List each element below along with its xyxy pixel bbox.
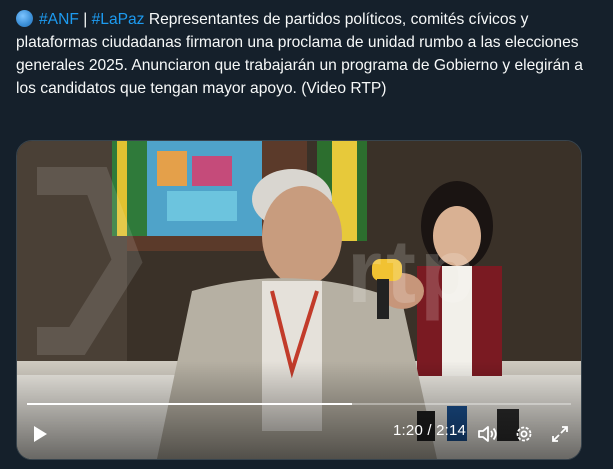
video-progress-bar[interactable]: [27, 403, 571, 405]
video-player[interactable]: rtp 1:20 / 2:14: [16, 140, 582, 460]
play-icon: [34, 426, 47, 442]
separator: |: [78, 11, 92, 28]
tweet: #ANF | #LaPaz Representantes de partidos…: [0, 0, 613, 469]
fullscreen-button[interactable]: [547, 421, 573, 447]
gear-icon: [516, 426, 532, 442]
video-watermark: rtp: [347, 222, 479, 322]
video-frame: [17, 141, 581, 459]
volume-button[interactable]: [475, 421, 501, 447]
hashtag-lapaz[interactable]: #LaPaz: [92, 11, 145, 28]
settings-button[interactable]: [511, 421, 537, 447]
video-time: 1:20 / 2:14: [393, 422, 467, 439]
video-progress-fill: [27, 403, 352, 405]
play-button[interactable]: [27, 421, 53, 447]
video-controls: 1:20 / 2:14: [17, 413, 581, 455]
fullscreen-icon: [552, 426, 568, 442]
tweet-text: #ANF | #LaPaz Representantes de partidos…: [16, 8, 604, 100]
hashtag-anf[interactable]: #ANF: [39, 11, 79, 28]
volume-icon: [478, 426, 497, 442]
globe-emoji-icon: [16, 10, 33, 27]
